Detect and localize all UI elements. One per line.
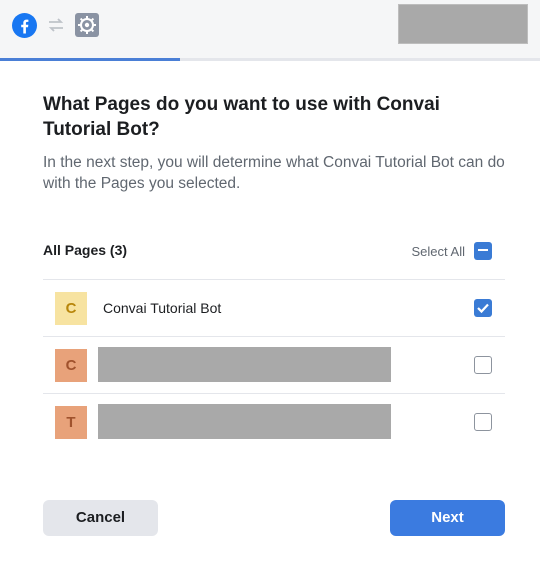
progress-fill xyxy=(0,58,180,61)
page-row[interactable]: C xyxy=(43,336,505,393)
page-row[interactable]: C Convai Tutorial Bot xyxy=(43,279,505,336)
next-button[interactable]: Next xyxy=(390,500,505,536)
page-avatar: C xyxy=(55,349,87,382)
redacted-account xyxy=(398,4,528,44)
page-name: Convai Tutorial Bot xyxy=(103,300,222,316)
page-checkbox[interactable] xyxy=(474,413,492,431)
page-avatar: T xyxy=(55,406,87,439)
facebook-icon xyxy=(12,13,37,38)
dialog-title: What Pages do you want to use with Conva… xyxy=(43,94,440,140)
redacted-page-name xyxy=(98,347,391,382)
top-bar xyxy=(0,0,540,59)
cancel-button[interactable]: Cancel xyxy=(43,500,158,536)
list-header: All Pages (3) Select All xyxy=(43,240,505,264)
dialog-subtitle: In the next step, you will determine wha… xyxy=(43,154,505,192)
swap-icon xyxy=(48,18,64,32)
select-all-label[interactable]: Select All xyxy=(412,244,465,259)
progress-bar xyxy=(0,58,540,61)
select-all-checkbox[interactable] xyxy=(474,242,492,260)
page-checkbox[interactable] xyxy=(474,299,492,317)
page-checkbox[interactable] xyxy=(474,356,492,374)
all-pages-label: All Pages (3) xyxy=(43,242,128,258)
app-gear-icon xyxy=(75,13,99,37)
checkmark-icon xyxy=(477,303,489,314)
page-avatar: C xyxy=(55,292,87,325)
page-row[interactable]: T xyxy=(43,393,505,450)
redacted-page-name xyxy=(98,404,391,439)
